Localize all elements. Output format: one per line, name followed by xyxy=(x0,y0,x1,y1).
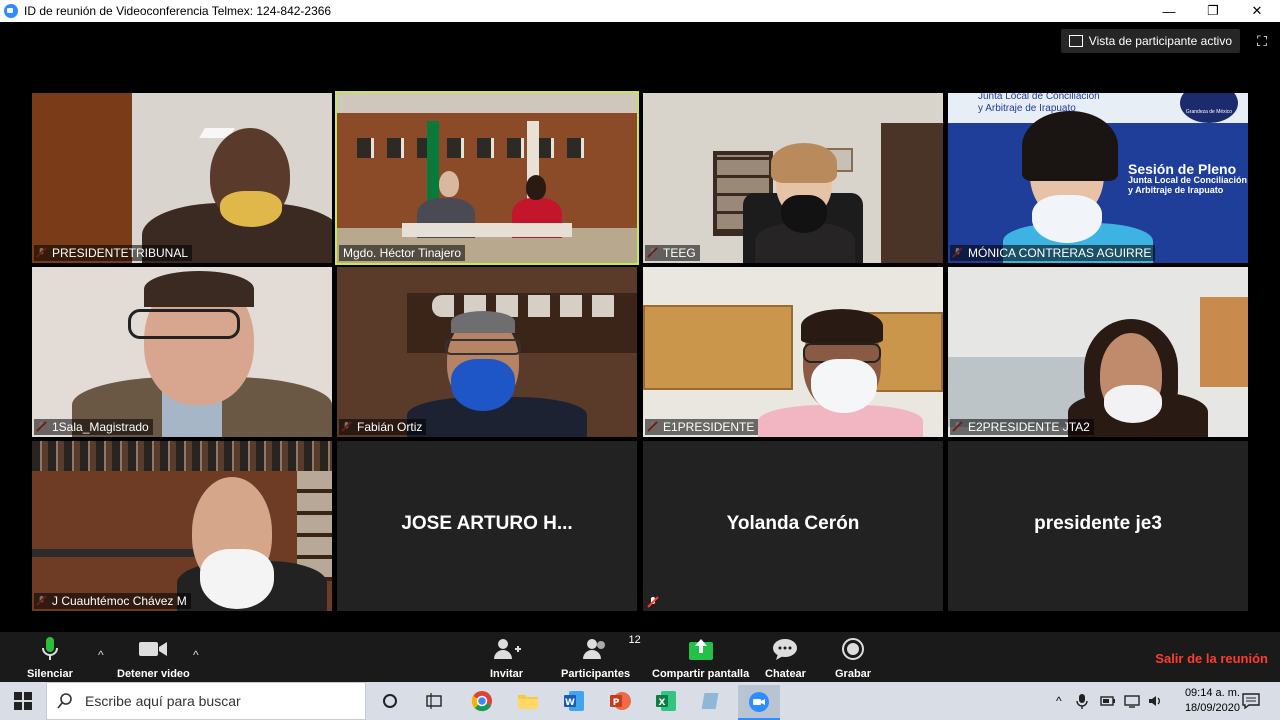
participant-name: PRESIDENTETRIBUNAL xyxy=(34,245,193,261)
participant-name: Mgdo. Héctor Tinajero xyxy=(339,245,466,261)
file-explorer-icon[interactable] xyxy=(515,688,541,714)
notifications-icon[interactable] xyxy=(1238,688,1264,714)
cortana-icon[interactable] xyxy=(377,688,403,714)
view-button-label: Vista de participante activo xyxy=(1088,34,1232,48)
task-view-icon[interactable] xyxy=(421,688,447,714)
video-tile[interactable]: PRESIDENTETRIBUNAL xyxy=(32,93,332,263)
microphone-icon xyxy=(41,637,58,660)
leave-meeting-button[interactable]: Salir de la reunión xyxy=(1155,651,1268,666)
search-placeholder: Escribe aquí para buscar xyxy=(85,693,241,709)
participant-name: E2PRESIDENTE JTA2 xyxy=(950,419,1094,435)
participants-count: 12 xyxy=(628,634,641,646)
participant-name: J Cuauhtémoc Chávez M xyxy=(34,593,191,609)
video-tile-active-speaker[interactable]: Mgdo. Héctor Tinajero xyxy=(335,91,639,265)
record-icon xyxy=(842,638,865,660)
tray-overflow-chevron-icon[interactable]: ^ xyxy=(1056,694,1062,708)
meeting-toolbar: Silenciar ^ Detener video ^ Invitar 12 P… xyxy=(0,632,1280,682)
participants-icon xyxy=(582,639,605,659)
video-tile[interactable]: E1PRESIDENTE xyxy=(643,267,943,437)
add-user-icon xyxy=(493,639,521,659)
svg-text:W: W xyxy=(565,698,575,708)
system-tray: ^ xyxy=(1056,682,1164,720)
audio-options-chevron-icon[interactable]: ^ xyxy=(98,648,104,662)
clock-date: 18/09/2020 xyxy=(1184,702,1240,714)
mute-button[interactable]: Silenciar xyxy=(27,636,73,680)
zoom-app-icon xyxy=(4,4,18,18)
excel-icon[interactable]: X xyxy=(653,688,679,714)
svg-text:X: X xyxy=(659,698,666,708)
participant-name: TEEG xyxy=(645,245,700,261)
chat-button[interactable]: Chatear xyxy=(765,636,806,680)
network-icon[interactable] xyxy=(1123,694,1140,708)
video-camera-icon xyxy=(139,642,168,656)
svg-text:P: P xyxy=(613,698,620,708)
windows-taskbar: Escribe aquí para buscar W P X ^ 09:14 a… xyxy=(0,682,1280,720)
participant-name: presidente je3 xyxy=(1034,513,1162,534)
invite-button[interactable]: Invitar xyxy=(490,636,523,680)
share-screen-button[interactable]: Compartir pantalla xyxy=(652,636,749,680)
video-tile[interactable]: J Cuauhtémoc Chávez M xyxy=(32,441,332,611)
video-tile[interactable]: Junta Local de Conciliación y Arbitraje d… xyxy=(948,93,1248,263)
chrome-icon[interactable] xyxy=(469,688,495,714)
record-button[interactable]: Grabar xyxy=(835,636,871,680)
close-window-button[interactable]: ✕ xyxy=(1234,0,1280,22)
window-titlebar: ID de reunión de Videoconferencia Telmex… xyxy=(0,0,1280,22)
notes-app-icon[interactable] xyxy=(699,688,725,714)
word-icon[interactable]: W xyxy=(561,688,587,714)
muted-mic-icon xyxy=(647,596,659,608)
windows-start-icon[interactable] xyxy=(10,688,36,714)
participant-name: E1PRESIDENTE xyxy=(645,419,759,435)
participants-button[interactable]: 12 Participantes xyxy=(561,634,641,680)
chat-bubble-icon xyxy=(773,639,798,660)
taskbar-clock[interactable]: 09:14 a. m. 18/09/2020 xyxy=(1185,686,1240,716)
taskbar-search-box[interactable]: Escribe aquí para buscar xyxy=(46,682,366,720)
fullscreen-icon[interactable]: ⛶ xyxy=(1252,31,1272,51)
participant-name: Fabián Ortiz xyxy=(339,419,427,435)
video-tile-no-video[interactable]: Yolanda Cerón xyxy=(643,441,943,611)
participant-name: Yolanda Cerón xyxy=(726,513,860,534)
participant-name: 1Sala_Magistrado xyxy=(34,419,153,435)
search-icon xyxy=(57,693,72,709)
participant-name: MÓNICA CONTRERAS AGUIRRE xyxy=(950,245,1156,261)
minimize-button[interactable]: — xyxy=(1146,0,1192,22)
battery-icon[interactable] xyxy=(1099,694,1116,708)
volume-icon[interactable] xyxy=(1148,694,1164,708)
video-tile-no-video[interactable]: presidente je3 xyxy=(948,441,1248,611)
participant-name: JOSE ARTURO H... xyxy=(401,513,573,534)
grid-icon xyxy=(1068,35,1083,47)
banner-text: Sesión de Pleno Junta Local de Conciliac… xyxy=(1128,161,1248,195)
maximize-button[interactable]: ❐ xyxy=(1190,0,1236,22)
window-title: ID de reunión de Videoconferencia Telmex… xyxy=(24,4,332,18)
video-tile[interactable]: 1Sala_Magistrado xyxy=(32,267,332,437)
share-screen-icon xyxy=(688,639,713,660)
zoom-taskbar-icon[interactable] xyxy=(738,685,780,720)
video-tile[interactable]: E2PRESIDENTE JTA2 xyxy=(948,267,1248,437)
clock-time: 09:14 a. m. xyxy=(1184,687,1240,699)
video-tile-no-video[interactable]: JOSE ARTURO H... xyxy=(337,441,637,611)
stop-video-button[interactable]: Detener video xyxy=(117,636,190,680)
tray-microphone-icon[interactable] xyxy=(1075,693,1088,709)
video-tile[interactable]: Fabián Ortiz xyxy=(337,267,637,437)
active-speaker-view-button[interactable]: Vista de participante activo xyxy=(1060,29,1240,53)
video-options-chevron-icon[interactable]: ^ xyxy=(193,648,199,662)
powerpoint-icon[interactable]: P xyxy=(607,688,633,714)
video-tile[interactable]: TEEG xyxy=(643,93,943,263)
